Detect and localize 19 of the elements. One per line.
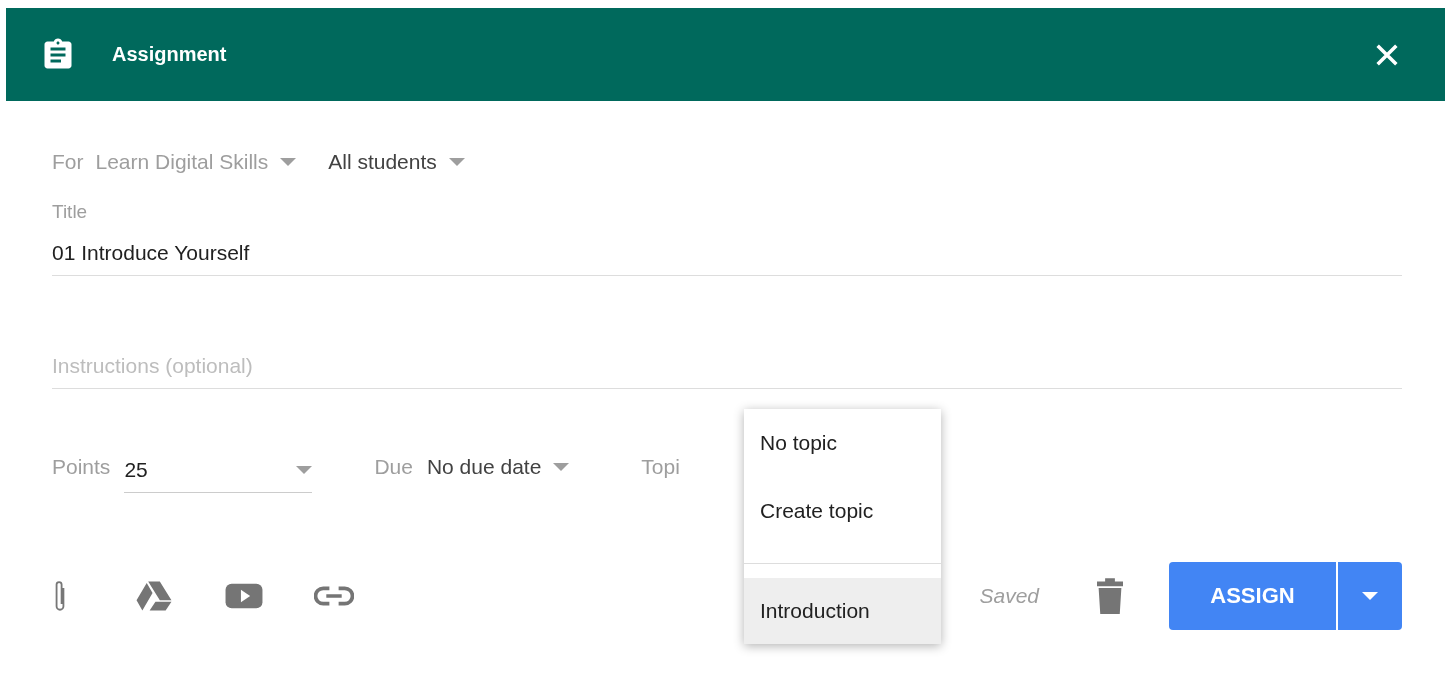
due-label: Due [374,455,413,479]
trash-icon[interactable] [1097,578,1123,614]
for-label: For [52,150,84,174]
title-label: Title [52,201,89,223]
menu-item[interactable]: Introduction [744,578,941,644]
instructions-field[interactable]: Instructions (optional) [52,354,1402,389]
points-field[interactable]: 25 [124,441,313,493]
menu-item[interactable]: No topic [744,415,941,483]
assign-options-button[interactable] [1336,562,1402,630]
topic-label: Topi [641,455,680,479]
dialog-title: Assignment [112,43,227,66]
assign-button[interactable]: ASSIGN [1169,562,1336,630]
students-dropdown[interactable]: All students [328,150,465,174]
due-dropdown[interactable]: No due date [426,455,570,479]
title-field[interactable]: 01 Introduce Yourself [52,241,1402,276]
menu-item[interactable]: Create topic [744,483,941,551]
points-label: Points [52,455,111,479]
drive-icon[interactable] [134,580,174,612]
saved-status: Saved [979,584,1039,608]
